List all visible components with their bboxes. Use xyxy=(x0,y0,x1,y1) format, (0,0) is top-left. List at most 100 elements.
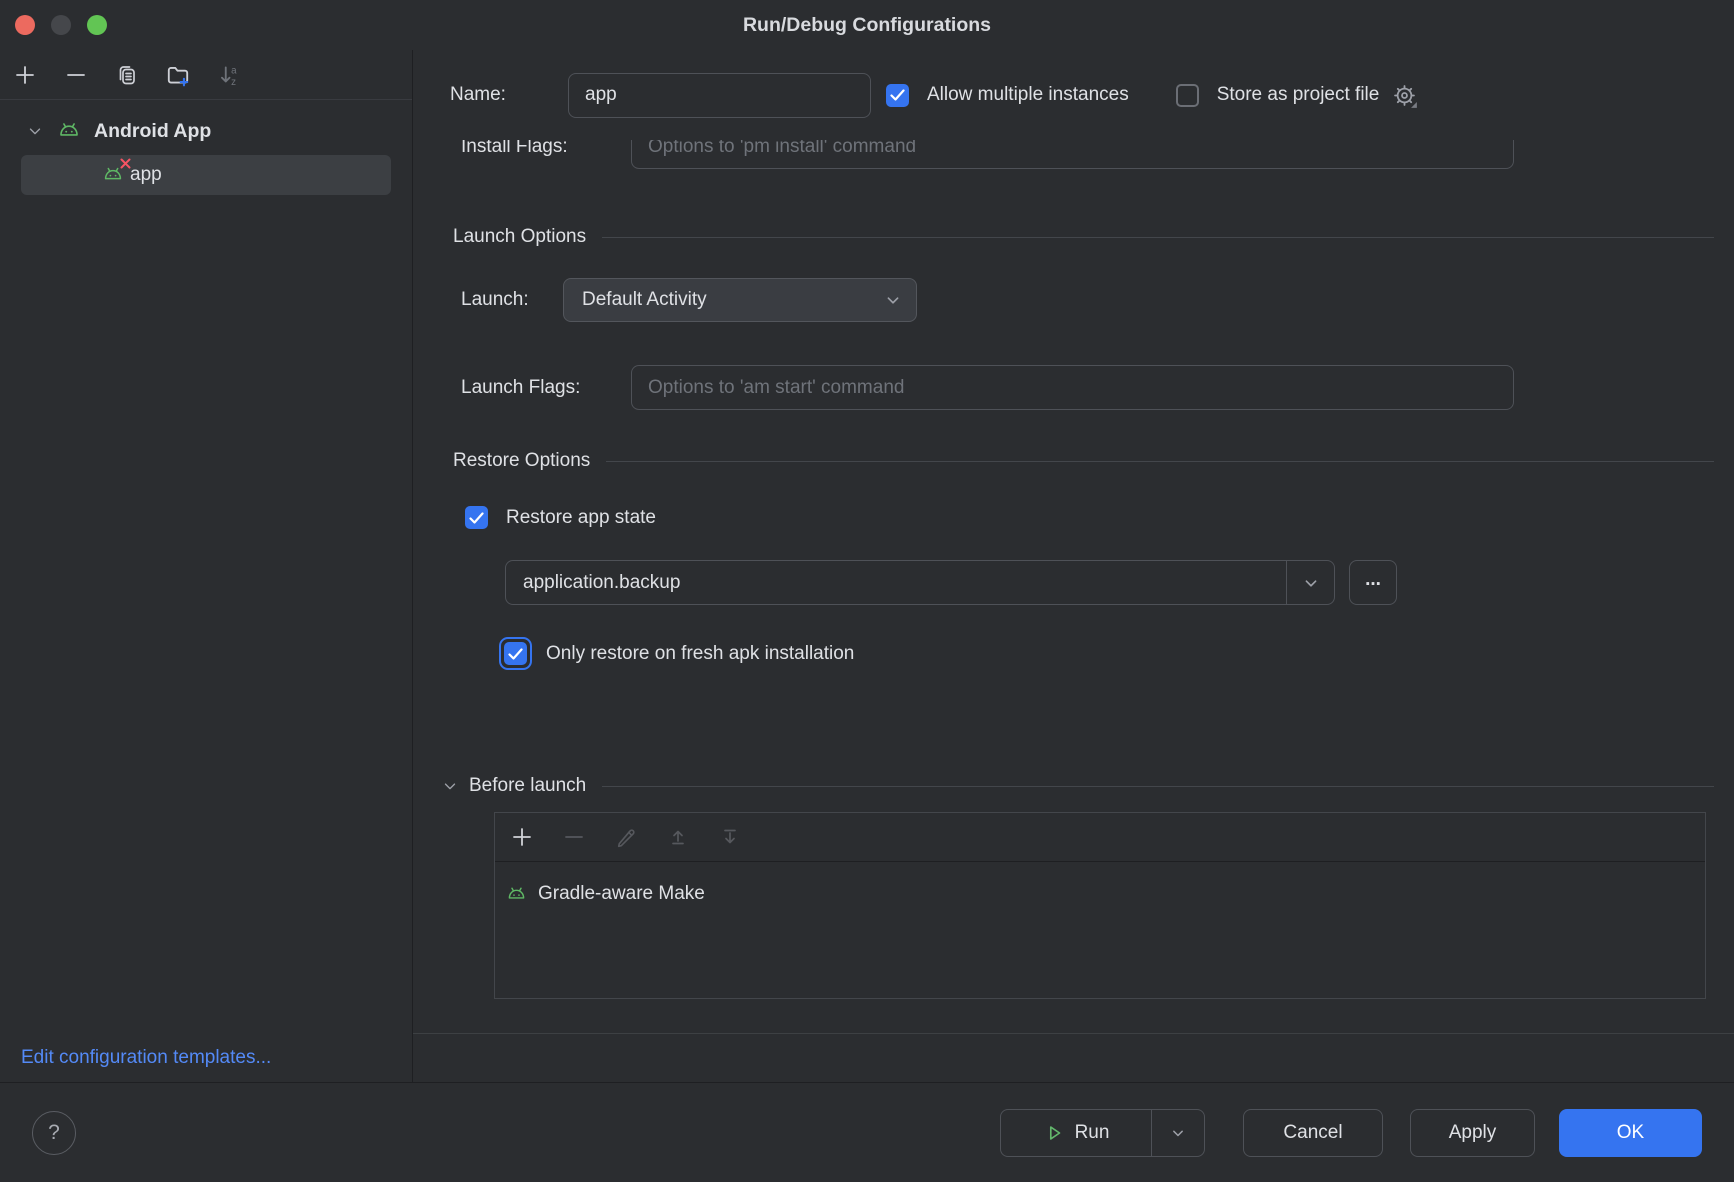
templates-link-row: Edit configuration templates... xyxy=(0,1034,412,1082)
section-divider xyxy=(602,786,1714,787)
launch-options-section-header: Launch Options xyxy=(413,226,1734,248)
section-divider xyxy=(602,237,1714,238)
name-input[interactable] xyxy=(568,73,871,118)
launch-options-title: Launch Options xyxy=(453,226,586,248)
dialog-footer: ? Run Cancel Apply OK xyxy=(0,1082,1734,1182)
minimize-window-button[interactable] xyxy=(51,15,71,35)
tree-group-label: Android App xyxy=(94,120,211,143)
zoom-window-button[interactable] xyxy=(87,15,107,35)
browse-button[interactable]: ... xyxy=(1349,560,1397,605)
sort-configurations-icon[interactable]: a z xyxy=(216,62,242,88)
tree-item-app[interactable]: app xyxy=(21,155,391,195)
titlebar: Run/Debug Configurations xyxy=(0,0,1734,50)
backup-file-combobox[interactable]: application.backup xyxy=(505,560,1335,605)
add-configuration-icon[interactable] xyxy=(12,62,38,88)
before-launch-task-list: Gradle-aware Make xyxy=(495,862,1705,998)
run-button[interactable]: Run xyxy=(1001,1110,1151,1156)
ok-button-label: OK xyxy=(1617,1122,1644,1144)
apply-button[interactable]: Apply xyxy=(1410,1109,1535,1157)
restore-app-state-label[interactable]: Restore app state xyxy=(506,507,656,529)
run-options-chevron-button[interactable] xyxy=(1152,1110,1204,1156)
launch-flags-row: Launch Flags: xyxy=(413,365,1734,410)
before-launch-header: Before launch xyxy=(413,775,1734,797)
cancel-button[interactable]: Cancel xyxy=(1243,1109,1383,1157)
install-flags-label: Install Flags: xyxy=(461,140,631,158)
restore-app-state-row: Restore app state xyxy=(413,506,1734,529)
allow-multiple-instances-group: Allow multiple instances xyxy=(886,84,1129,107)
main-bottom-spacer xyxy=(413,1034,1734,1082)
name-label: Name: xyxy=(450,84,568,106)
edit-configuration-templates-link[interactable]: Edit configuration templates... xyxy=(21,1047,271,1069)
only-restore-label[interactable]: Only restore on fresh apk installation xyxy=(546,643,854,665)
restore-app-state-checkbox[interactable] xyxy=(465,506,488,529)
before-launch-panel: Gradle-aware Make xyxy=(494,812,1706,999)
before-launch-toolbar xyxy=(495,813,1705,862)
play-icon xyxy=(1043,1122,1065,1144)
launch-flags-label: Launch Flags: xyxy=(461,377,631,399)
copy-configuration-icon[interactable] xyxy=(114,62,140,88)
traffic-lights xyxy=(15,15,107,35)
store-as-project-file-checkbox[interactable] xyxy=(1176,84,1199,107)
tree-group-android-app[interactable]: Android App xyxy=(0,110,412,152)
window-title: Run/Debug Configurations xyxy=(743,14,991,37)
footer-buttons: Run Cancel Apply OK xyxy=(1000,1109,1702,1157)
only-restore-checkbox[interactable] xyxy=(504,642,527,665)
move-down-icon[interactable] xyxy=(717,824,743,850)
dialog-body: a z Android Ap xyxy=(0,50,1734,1082)
android-icon xyxy=(56,118,82,144)
launch-row: Launch: Default Activity xyxy=(413,278,1734,322)
configurations-sidebar: a z Android Ap xyxy=(0,50,413,1082)
before-launch-title: Before launch xyxy=(469,775,586,797)
task-item-gradle-aware-make[interactable]: Gradle-aware Make xyxy=(505,874,1705,914)
install-flags-row: Install Flags: xyxy=(413,140,1734,169)
combobox-dropdown-button[interactable] xyxy=(1286,561,1334,604)
launch-flags-input[interactable] xyxy=(631,365,1514,410)
backup-file-row: application.backup ... xyxy=(413,560,1734,605)
move-up-icon[interactable] xyxy=(665,824,691,850)
restore-options-title: Restore Options xyxy=(453,450,590,472)
chevron-down-icon[interactable] xyxy=(26,122,44,140)
launch-select-value: Default Activity xyxy=(582,289,882,311)
edit-task-icon[interactable] xyxy=(613,824,639,850)
sidebar-toolbar: a z xyxy=(0,50,412,100)
task-item-label: Gradle-aware Make xyxy=(538,883,705,905)
name-row: Name: Allow multiple instances Store as … xyxy=(413,50,1734,140)
cancel-button-label: Cancel xyxy=(1283,1122,1342,1144)
help-button[interactable]: ? xyxy=(32,1111,76,1155)
browse-button-label: ... xyxy=(1365,569,1381,591)
svg-text:z: z xyxy=(231,76,236,87)
configuration-editor: Name: Allow multiple instances Store as … xyxy=(413,50,1734,1082)
error-badge-icon xyxy=(120,158,131,169)
tree-item-label: app xyxy=(130,164,162,186)
backup-file-value: application.backup xyxy=(506,561,1286,604)
store-as-project-file-label[interactable]: Store as project file xyxy=(1217,84,1380,106)
scrollable-form-area: Install Flags: Launch Options Launch: De… xyxy=(413,140,1734,1033)
run-button-label: Run xyxy=(1075,1122,1110,1144)
launch-label: Launch: xyxy=(461,289,563,311)
focus-ring xyxy=(499,637,532,670)
install-flags-input[interactable] xyxy=(631,140,1514,169)
add-task-icon[interactable] xyxy=(509,824,535,850)
launch-select[interactable]: Default Activity xyxy=(563,278,917,322)
apply-button-label: Apply xyxy=(1449,1122,1497,1144)
chevron-down-icon xyxy=(882,289,904,311)
section-divider xyxy=(606,461,1714,462)
android-error-icon xyxy=(101,163,125,187)
only-restore-row: Only restore on fresh apk installation xyxy=(413,637,1734,670)
restore-options-section-header: Restore Options xyxy=(413,450,1734,472)
allow-multiple-instances-label[interactable]: Allow multiple instances xyxy=(927,84,1129,106)
android-icon xyxy=(505,883,528,906)
store-as-project-file-group: Store as project file xyxy=(1176,82,1419,109)
configurations-tree: Android App app xyxy=(0,100,412,195)
remove-configuration-icon[interactable] xyxy=(63,62,89,88)
new-folder-icon[interactable] xyxy=(165,62,191,88)
collapse-chevron-icon[interactable] xyxy=(441,777,459,795)
help-button-label: ? xyxy=(48,1121,60,1145)
close-window-button[interactable] xyxy=(15,15,35,35)
run-split-button: Run xyxy=(1000,1109,1205,1157)
remove-task-icon[interactable] xyxy=(561,824,587,850)
allow-multiple-instances-checkbox[interactable] xyxy=(886,84,909,107)
gear-icon[interactable] xyxy=(1391,82,1418,109)
svg-text:a: a xyxy=(231,65,237,76)
ok-button[interactable]: OK xyxy=(1559,1109,1702,1157)
